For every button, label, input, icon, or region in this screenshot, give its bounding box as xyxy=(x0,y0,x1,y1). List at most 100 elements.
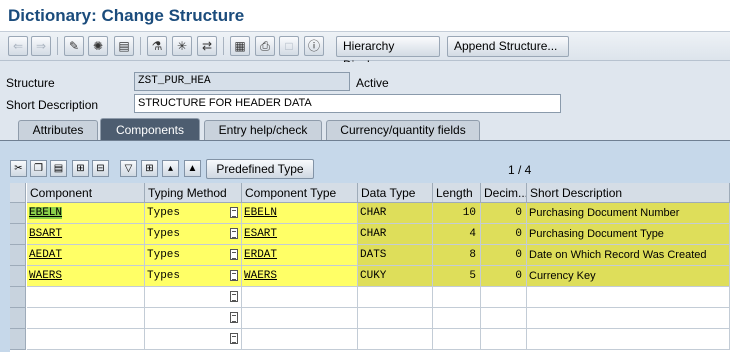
empty-typing-cell[interactable] xyxy=(145,329,242,350)
empty-component-type-cell[interactable] xyxy=(242,308,358,329)
tab-currency-quantity[interactable]: Currency/quantity fields xyxy=(326,120,480,140)
other-object-icon[interactable]: ▤ xyxy=(114,36,134,56)
empty-description-cell[interactable] xyxy=(527,329,730,350)
display-change-icon[interactable]: ✎ xyxy=(64,36,84,56)
column-header-decimals[interactable]: Decim... xyxy=(481,183,527,203)
hierarchy-display-button[interactable]: Hierarchy Display xyxy=(336,36,440,72)
tab-components[interactable]: Components xyxy=(100,118,200,140)
table-row-component-type[interactable]: ERDAT xyxy=(242,245,358,266)
empty-data-type-cell[interactable] xyxy=(358,308,433,329)
title-bar: Dictionary: Change Structure xyxy=(0,0,730,32)
table-row-short-description: Purchasing Document Type xyxy=(527,224,730,245)
typing-value: Types xyxy=(147,228,181,240)
move-up-icon[interactable]: ▴ xyxy=(162,160,179,177)
tab-attributes[interactable]: Attributes xyxy=(18,120,98,140)
move-top-icon[interactable]: ▲ xyxy=(184,160,201,177)
empty-decimals-cell[interactable] xyxy=(481,308,527,329)
insert-icon[interactable]: ⊞ xyxy=(141,160,158,177)
append-structure-button[interactable]: Append Structure... xyxy=(447,36,569,57)
empty-component-cell[interactable] xyxy=(27,287,145,308)
empty-decimals-cell[interactable] xyxy=(481,329,527,350)
table-row-length: 4 xyxy=(433,224,481,245)
column-header-typing-method[interactable]: Typing Method xyxy=(145,183,242,203)
typing-dropdown-icon[interactable] xyxy=(230,333,238,344)
empty-data-type-cell[interactable] xyxy=(358,287,433,308)
row-selector[interactable] xyxy=(10,308,26,329)
typing-dropdown-icon[interactable] xyxy=(230,270,238,281)
table-row-length: 8 xyxy=(433,245,481,266)
cut-icon[interactable]: ✂ xyxy=(10,160,27,177)
typing-dropdown-icon[interactable] xyxy=(230,207,238,218)
structure-field[interactable]: ZST_PUR_HEA xyxy=(134,72,350,91)
activate-icon[interactable]: ✳ xyxy=(172,36,192,56)
typing-dropdown-icon[interactable] xyxy=(230,228,238,239)
check-icon[interactable]: ⚗ xyxy=(147,36,167,56)
print-icon[interactable]: ⎙ xyxy=(255,36,275,56)
typing-dropdown-icon[interactable] xyxy=(230,249,238,260)
table-row-component-type[interactable]: WAERS xyxy=(242,266,358,287)
object-list-icon[interactable]: ▦ xyxy=(230,36,250,56)
table-row-decimals: 0 xyxy=(481,224,527,245)
empty-component-type-cell[interactable] xyxy=(242,287,358,308)
empty-length-cell[interactable] xyxy=(433,287,481,308)
table-row-typing[interactable]: Types xyxy=(145,203,242,224)
empty-component-type-cell[interactable] xyxy=(242,329,358,350)
empty-length-cell[interactable] xyxy=(433,329,481,350)
table-row-short-description: Date on Which Record Was Created xyxy=(527,245,730,266)
select-all-cell[interactable] xyxy=(10,183,26,203)
column-header-data-type[interactable]: Data Type xyxy=(358,183,433,203)
empty-typing-cell[interactable] xyxy=(145,287,242,308)
empty-component-cell[interactable] xyxy=(27,308,145,329)
empty-data-type-cell[interactable] xyxy=(358,329,433,350)
table-row-component[interactable]: WAERS xyxy=(27,266,145,287)
table-row-component[interactable]: BSART xyxy=(27,224,145,245)
row-selector[interactable] xyxy=(10,224,26,245)
info-icon[interactable]: ⓘ xyxy=(304,36,324,56)
row-selector[interactable] xyxy=(10,329,26,350)
page-indicator: 1 / 4 xyxy=(508,163,532,177)
where-used-icon[interactable]: ⇄ xyxy=(197,36,217,56)
component-value: EBELN xyxy=(29,207,63,219)
empty-component-cell[interactable] xyxy=(27,329,145,350)
active-inactive-icon[interactable]: ✺ xyxy=(88,36,108,56)
typing-dropdown-icon[interactable] xyxy=(230,291,238,302)
column-header-component-type[interactable]: Component Type xyxy=(242,183,358,203)
table-row-typing[interactable]: Types xyxy=(145,266,242,287)
column-header-component[interactable]: Component xyxy=(27,183,145,203)
forward-icon[interactable]: ⇒ xyxy=(31,36,51,56)
table-row-component[interactable]: EBELN xyxy=(27,203,145,224)
toolbar-separator xyxy=(223,37,224,55)
toolbar-separator xyxy=(57,37,58,55)
column-header-length[interactable]: Length xyxy=(433,183,481,203)
empty-length-cell[interactable] xyxy=(433,308,481,329)
page-title: Dictionary: Change Structure xyxy=(8,6,245,25)
table-row-component-type[interactable]: EBELN xyxy=(242,203,358,224)
predefined-type-button[interactable]: Predefined Type xyxy=(206,159,314,179)
table-row-short-description: Purchasing Document Number xyxy=(527,203,730,224)
structure-label: Structure xyxy=(6,76,55,90)
row-selector[interactable] xyxy=(10,266,26,287)
row-selector[interactable] xyxy=(10,287,26,308)
table-row-typing[interactable]: Types xyxy=(145,224,242,245)
short-description-field[interactable]: STRUCTURE FOR HEADER DATA xyxy=(134,94,561,113)
filter-icon[interactable]: ▽ xyxy=(120,160,137,177)
tab-entry-help[interactable]: Entry help/check xyxy=(204,120,322,140)
row-selector[interactable] xyxy=(10,203,26,224)
blank-icon[interactable]: □ xyxy=(279,36,299,56)
empty-decimals-cell[interactable] xyxy=(481,287,527,308)
empty-description-cell[interactable] xyxy=(527,308,730,329)
empty-description-cell[interactable] xyxy=(527,287,730,308)
table-row-typing[interactable]: Types xyxy=(145,245,242,266)
table-row-component[interactable]: AEDAT xyxy=(27,245,145,266)
table-row-component-type[interactable]: ESART xyxy=(242,224,358,245)
column-header-short-description[interactable]: Short Description xyxy=(527,183,730,203)
copy-icon[interactable]: ❐ xyxy=(30,160,47,177)
typing-dropdown-icon[interactable] xyxy=(230,312,238,323)
insert-row-icon[interactable]: ⊞ xyxy=(72,160,89,177)
back-icon[interactable]: ⇐ xyxy=(8,36,28,56)
table-row-decimals: 0 xyxy=(481,203,527,224)
paste-icon[interactable]: ▤ xyxy=(50,160,67,177)
row-selector[interactable] xyxy=(10,245,26,266)
empty-typing-cell[interactable] xyxy=(145,308,242,329)
delete-row-icon[interactable]: ⊟ xyxy=(92,160,109,177)
